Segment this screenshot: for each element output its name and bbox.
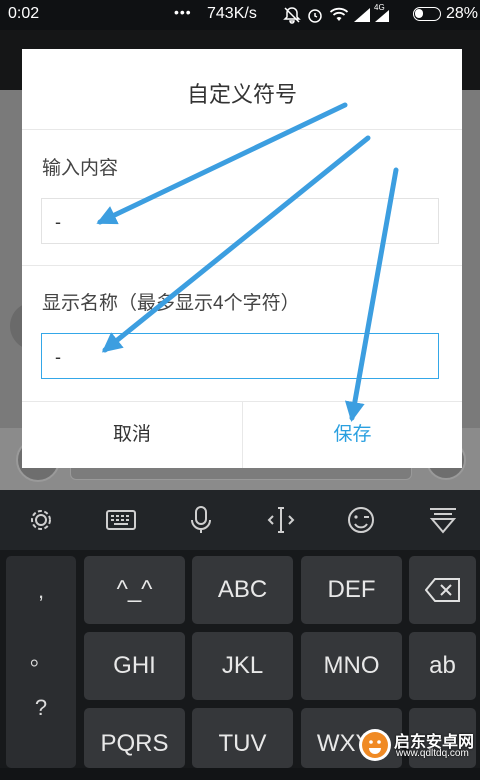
key-ghi[interactable]: GHI [84,632,185,700]
symbol-comma[interactable]: , [6,578,76,604]
alarm-icon [308,9,322,23]
content-label: 输入内容 [42,158,119,179]
keyboard-toolbar [0,490,480,550]
name-label: 显示名称（最多显示4个字符） [42,293,300,314]
battery-icon [413,7,441,21]
backspace-icon [424,578,460,602]
cursor-icon[interactable] [264,505,298,535]
section-divider [22,265,462,266]
mute-bell-icon [283,7,301,24]
watermark-logo-icon [359,729,391,761]
key-abc[interactable]: ABC [192,556,293,624]
key-mno[interactable]: MNO [301,632,402,700]
gear-icon[interactable] [24,505,58,535]
key-ab[interactable]: ab [409,632,476,700]
wifi-icon [329,7,349,21]
status-time: 0:02 [8,5,40,22]
battery-percent: 28% [446,5,479,22]
display-name-input[interactable]: - [41,333,439,379]
watermark: 启东安卓网 www.qdltdq.com [358,722,480,768]
signal-icon-1 [354,8,370,22]
key-def[interactable]: DEF [301,556,402,624]
collapse-keyboard-icon[interactable] [426,505,460,535]
keyboard-icon[interactable] [104,505,138,535]
key-tuv[interactable]: TUV [192,708,293,768]
cancel-button[interactable]: 取消 [22,402,242,468]
key-emoticon[interactable]: ^_^ [84,556,185,624]
emoji-icon[interactable] [344,505,378,535]
watermark-url: www.qdltdq.com [396,748,469,759]
backspace-key[interactable] [409,556,476,624]
custom-symbol-dialog: 自定义符号 输入内容 - 显示名称（最多显示4个字符） - 取消 保存 [22,49,462,468]
status-dots: ••• [174,4,192,20]
status-bar: 0:02 ••• 743K/s 4G 28% [0,0,480,30]
save-button[interactable]: 保存 [243,402,462,468]
network-speed: 743K/s [207,5,257,22]
signal-icon-2 [375,10,389,22]
symbol-question[interactable]: ? [6,695,76,721]
key-jkl[interactable]: JKL [192,632,293,700]
dialog-title: 自定义符号 [186,82,297,107]
content-input[interactable]: - [41,198,439,244]
microphone-icon[interactable] [184,505,218,535]
symbol-period[interactable]: 。 [6,640,76,672]
title-divider [22,129,462,130]
key-pqrs[interactable]: PQRS [84,708,185,768]
